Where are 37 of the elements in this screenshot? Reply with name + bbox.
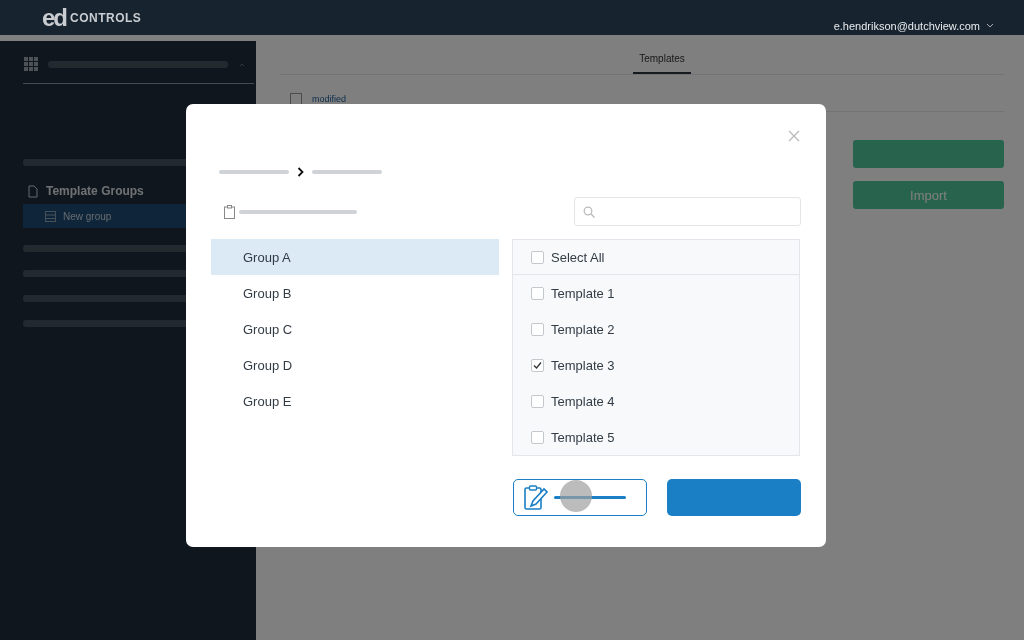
group-item[interactable]: Group B bbox=[211, 275, 499, 311]
search-icon bbox=[583, 205, 595, 218]
skeleton-bar bbox=[312, 170, 382, 174]
checkbox[interactable] bbox=[531, 394, 544, 408]
checkbox[interactable] bbox=[531, 430, 544, 444]
chevron-icon bbox=[297, 167, 304, 177]
select-all-label: Select All bbox=[551, 249, 605, 265]
action-button[interactable] bbox=[853, 140, 1004, 168]
template-label: Template 4 bbox=[551, 393, 615, 409]
group-item[interactable]: Group E bbox=[211, 383, 499, 419]
search-field[interactable] bbox=[574, 197, 801, 226]
template-label: Template 5 bbox=[551, 429, 615, 445]
user-email[interactable]: e.hendrikson@dutchview.com bbox=[833, 19, 980, 32]
clipboard-pencil-icon bbox=[524, 484, 548, 511]
template-label: Template 2 bbox=[551, 321, 615, 337]
grid-icon[interactable] bbox=[24, 57, 38, 71]
template-label: Template 3 bbox=[551, 357, 615, 373]
logo-text: CONTROLS bbox=[70, 10, 142, 25]
document-icon bbox=[28, 184, 38, 198]
group-item[interactable]: Group A bbox=[211, 239, 499, 275]
skeleton-bar bbox=[219, 170, 289, 174]
tab[interactable]: Templates bbox=[633, 41, 691, 74]
clipboard-icon bbox=[224, 204, 235, 219]
primary-button[interactable] bbox=[667, 479, 801, 516]
checkbox[interactable] bbox=[531, 358, 544, 372]
checkbox[interactable] bbox=[531, 250, 544, 264]
group-item[interactable]: Group C bbox=[211, 311, 499, 347]
caret-icon[interactable] bbox=[986, 22, 994, 29]
template-label: Template 1 bbox=[551, 285, 615, 301]
close-icon[interactable] bbox=[788, 130, 800, 142]
section-title: Template Groups bbox=[46, 184, 144, 198]
checkbox[interactable] bbox=[531, 322, 544, 336]
sort-link[interactable]: modified bbox=[312, 94, 347, 104]
list-icon bbox=[45, 210, 56, 222]
checkbox[interactable] bbox=[531, 286, 544, 300]
logo-mark: ed bbox=[42, 5, 66, 30]
group-item[interactable]: Group D bbox=[211, 347, 499, 383]
